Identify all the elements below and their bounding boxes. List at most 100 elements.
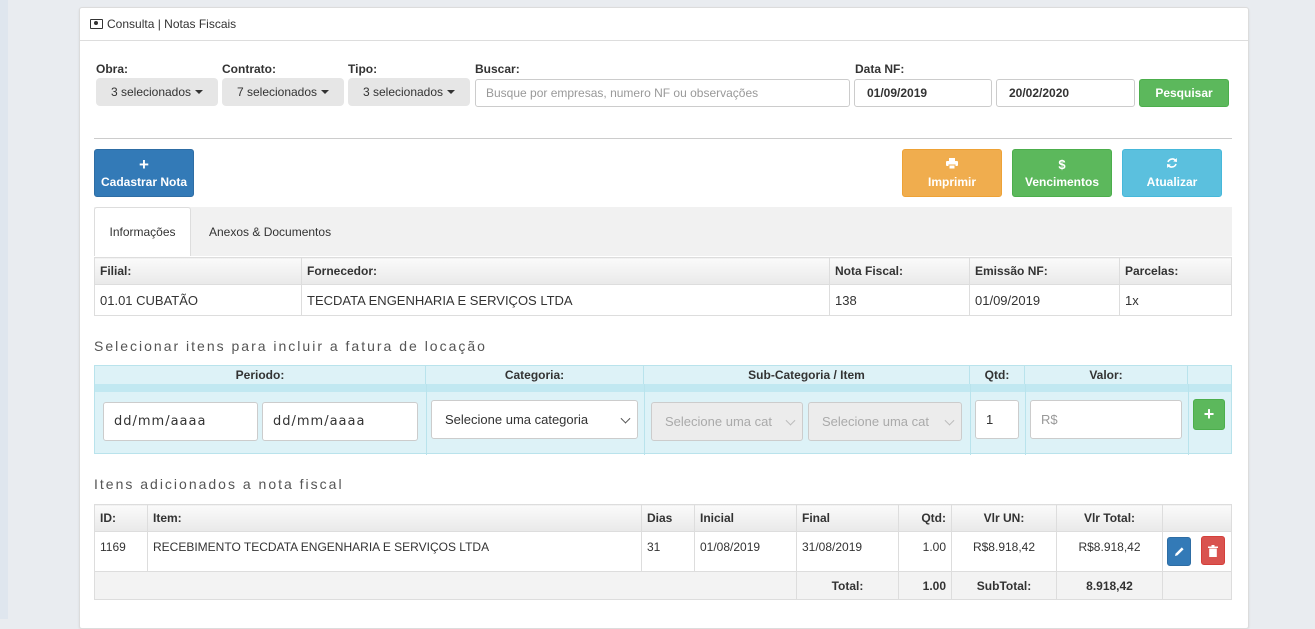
date-end-input[interactable]: 20/02/2020 bbox=[996, 79, 1135, 107]
fornecedor-cell: TECDATA ENGENHARIA E SERVIÇOS LTDA bbox=[301, 284, 830, 316]
caret-down-icon bbox=[447, 90, 456, 94]
imprimir-button[interactable]: Imprimir bbox=[902, 149, 1002, 197]
chevron-down-icon bbox=[620, 413, 631, 424]
plus-icon: + bbox=[139, 154, 149, 174]
tab-label: Informações bbox=[109, 225, 176, 239]
total-label: Total: bbox=[796, 571, 899, 600]
pesquisar-button[interactable]: Pesquisar bbox=[1139, 79, 1229, 107]
chevron-down-icon bbox=[785, 415, 796, 426]
subcategoria-header: Sub-Categoria / Item bbox=[644, 366, 970, 384]
qtd-input[interactable]: 1 bbox=[975, 400, 1019, 439]
tipo-value: 3 selecionados bbox=[362, 85, 444, 99]
atualizar-button[interactable]: Atualizar bbox=[1122, 149, 1222, 197]
col-divider bbox=[1025, 384, 1026, 455]
item-select[interactable]: Selecione uma cat bbox=[808, 402, 962, 441]
edit-button[interactable] bbox=[1167, 536, 1191, 566]
select-section-title: Selecionar itens para incluir a fatura d… bbox=[94, 338, 487, 354]
header-emissao: Emissão NF: bbox=[969, 257, 1120, 285]
delete-button[interactable] bbox=[1201, 536, 1226, 565]
id-cell: 1169 bbox=[94, 531, 148, 572]
page-title: Consulta | Notas Fiscais bbox=[107, 17, 237, 31]
divider bbox=[94, 138, 1232, 139]
categoria-select[interactable]: Selecione uma categoria bbox=[431, 400, 638, 439]
qtd-cell: 1.00 bbox=[898, 531, 952, 572]
table-row: 1169 RECEBIMENTO TECDATA ENGENHARIA E SE… bbox=[94, 531, 1232, 572]
caret-down-icon bbox=[321, 90, 330, 94]
search-input[interactable]: Busque por empresas, numero NF ou observ… bbox=[475, 79, 850, 107]
table-row: 01.01 CUBATÃO TECDATA ENGENHARIA E SERVI… bbox=[94, 284, 1232, 316]
item-cell: RECEBIMENTO TECDATA ENGENHARIA E SERVIÇO… bbox=[147, 531, 642, 572]
header-parcelas: Parcelas: bbox=[1119, 257, 1232, 285]
vlr-un-cell: R$8.918,42 bbox=[951, 531, 1057, 572]
caret-down-icon bbox=[195, 90, 204, 94]
tab-informacoes[interactable]: Informações bbox=[94, 207, 191, 256]
obra-value: 3 selecionados bbox=[110, 85, 192, 99]
panel-heading: Consulta | Notas Fiscais bbox=[80, 8, 1248, 41]
col-divider bbox=[644, 384, 645, 455]
tabs-bar: Informações Anexos & Documentos bbox=[94, 207, 1232, 256]
contrato-dropdown[interactable]: 7 selecionados bbox=[222, 78, 344, 106]
header-vlr-un: Vlr UN: bbox=[951, 504, 1057, 532]
dias-cell: 31 bbox=[641, 531, 695, 572]
header-fornecedor: Fornecedor: bbox=[301, 257, 830, 285]
totals-empty bbox=[1162, 571, 1232, 600]
periodo-header: Periodo: bbox=[95, 366, 426, 384]
chevron-down-icon bbox=[944, 415, 955, 426]
header-id: ID: bbox=[94, 504, 148, 532]
money-icon bbox=[90, 19, 103, 29]
col-divider bbox=[970, 384, 971, 455]
obra-dropdown[interactable]: 3 selecionados bbox=[96, 78, 218, 106]
pencil-icon bbox=[1174, 546, 1184, 556]
valor-header: Valor: bbox=[1025, 366, 1188, 384]
valor-input[interactable]: R$ bbox=[1030, 400, 1182, 439]
cadastrar-nota-button[interactable]: + Cadastrar Nota bbox=[94, 149, 194, 197]
emissao-cell: 01/09/2019 bbox=[969, 284, 1120, 316]
obra-label: Obra: bbox=[96, 62, 129, 76]
date-start-input[interactable]: 01/09/2019 bbox=[854, 79, 992, 107]
tab-anexos-documentos[interactable]: Anexos & Documentos bbox=[209, 207, 359, 256]
header-final: Final bbox=[796, 504, 899, 532]
atualizar-label: Atualizar bbox=[1146, 175, 1198, 189]
qtd-header: Qtd: bbox=[970, 366, 1025, 384]
subcategoria-select[interactable]: Selecione uma cat bbox=[651, 402, 803, 441]
categoria-select-value: Selecione uma categoria bbox=[445, 412, 589, 427]
vencimentos-button[interactable]: $ Vencimentos bbox=[1012, 149, 1112, 197]
contrato-label: Contrato: bbox=[222, 62, 276, 76]
plus-icon: + bbox=[1203, 404, 1215, 424]
header-inicial: Inicial bbox=[694, 504, 797, 532]
print-icon bbox=[946, 157, 958, 172]
actions-cell bbox=[1162, 531, 1232, 572]
contrato-value: 7 selecionados bbox=[236, 85, 318, 99]
select-items-box: Periodo: Categoria: Sub-Categoria / Item… bbox=[94, 365, 1232, 455]
inicial-cell: 01/08/2019 bbox=[694, 531, 797, 572]
refresh-icon bbox=[1166, 157, 1178, 172]
item-select-value: Selecione uma cat bbox=[822, 414, 929, 429]
vlr-total-cell: R$8.918,42 bbox=[1056, 531, 1163, 572]
header-stripe bbox=[95, 384, 1231, 392]
totals-spacer bbox=[94, 571, 797, 600]
filial-cell: 01.01 CUBATÃO bbox=[94, 284, 302, 316]
totals-row: Total: 1.00 SubTotal: 8.918,42 bbox=[94, 571, 1232, 600]
tab-label: Anexos & Documentos bbox=[209, 224, 332, 239]
header-dias: Dias bbox=[641, 504, 695, 532]
subtotal-label: SubTotal: bbox=[951, 571, 1057, 600]
cadastrar-nota-label: Cadastrar Nota bbox=[100, 174, 188, 189]
tipo-label: Tipo: bbox=[348, 62, 378, 76]
header-item: Item: bbox=[147, 504, 642, 532]
header-nota-fiscal: Nota Fiscal: bbox=[829, 257, 970, 285]
header-filial: Filial: bbox=[94, 257, 302, 285]
tipo-dropdown[interactable]: 3 selecionados bbox=[348, 78, 470, 106]
header-actions bbox=[1162, 504, 1232, 532]
add-item-button[interactable]: + bbox=[1193, 399, 1225, 430]
subcategoria-select-value: Selecione uma cat bbox=[665, 414, 772, 429]
periodo-end-input[interactable]: dd/mm/aaaa bbox=[262, 402, 418, 441]
dollar-icon: $ bbox=[1058, 156, 1066, 172]
periodo-start-input[interactable]: dd/mm/aaaa bbox=[103, 402, 258, 441]
pesquisar-label: Pesquisar bbox=[1155, 86, 1213, 100]
col-divider bbox=[1188, 384, 1189, 455]
header-qtd: Qtd: bbox=[898, 504, 952, 532]
data-nf-label: Data NF: bbox=[855, 62, 905, 76]
nota-fiscal-cell: 138 bbox=[829, 284, 970, 316]
items-section-title: Itens adicionados a nota fiscal bbox=[94, 476, 344, 492]
buscar-label: Buscar: bbox=[475, 62, 520, 76]
